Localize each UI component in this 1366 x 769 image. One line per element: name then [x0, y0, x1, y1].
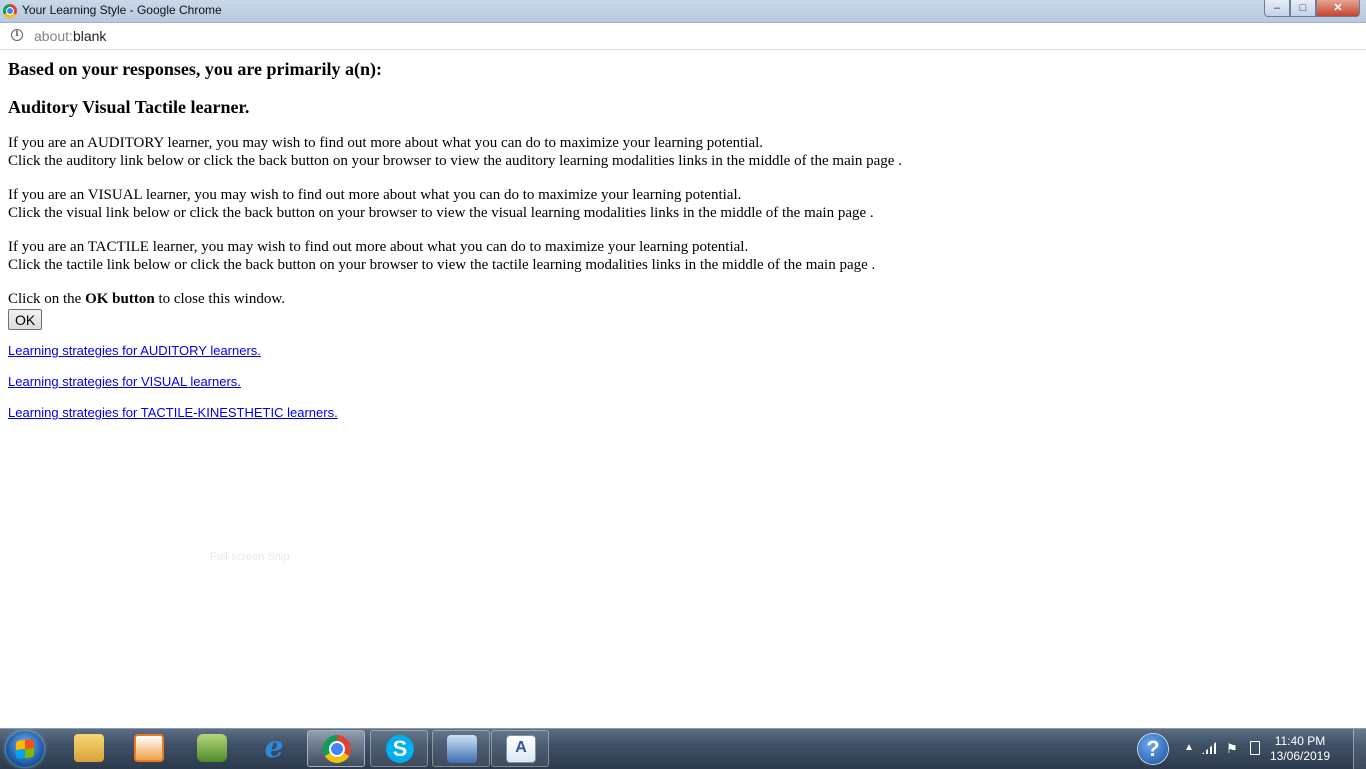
info-icon[interactable]: i — [11, 29, 23, 41]
network-icon — [447, 735, 477, 763]
start-button[interactable] — [6, 731, 44, 767]
taskbar-skype[interactable]: S — [370, 730, 428, 767]
ok-button[interactable]: OK — [8, 309, 43, 330]
action-center-flag-icon[interactable]: ⚑ — [1226, 741, 1238, 757]
tactile-line-1: If you are an TACTILE learner, you may w… — [8, 239, 749, 255]
taskbar-leaf-app[interactable] — [183, 730, 241, 767]
maximize-button[interactable]: □ — [1290, 0, 1316, 17]
close-button[interactable]: ✕ — [1316, 0, 1360, 17]
show-hidden-icons-icon[interactable]: ▲ — [1184, 742, 1194, 753]
visual-strategies-link[interactable]: Learning strategies for VISUAL learners. — [8, 374, 1358, 390]
show-desktop-button[interactable] — [1353, 729, 1366, 769]
page-content: Based on your responses, you are primari… — [8, 58, 1358, 436]
strategy-links: Learning strategies for AUDITORY learner… — [8, 343, 1358, 421]
visual-line-1: If you are an VISUAL learner, you may wi… — [8, 187, 742, 203]
address-bar[interactable]: i about:blank — [0, 23, 1366, 50]
clock-time: 11:40 PM — [1274, 734, 1326, 748]
window-title: Your Learning Style - Google Chrome — [22, 3, 222, 17]
skype-icon: S — [386, 735, 414, 763]
folder-icon — [74, 734, 104, 762]
help-icon[interactable]: ? — [1138, 734, 1168, 764]
close-suffix: to close this window. — [154, 291, 285, 307]
url-path: blank — [72, 28, 107, 44]
clock-date: 13/06/2019 — [1269, 749, 1331, 763]
windows-logo-icon — [16, 739, 34, 759]
tactile-strategies-link[interactable]: Learning strategies for TACTILE-KINESTHE… — [8, 405, 1358, 421]
chrome-icon — [323, 735, 351, 763]
media-player-icon — [134, 734, 164, 762]
taskbar-media-player[interactable] — [120, 730, 178, 767]
document-icon: A — [506, 735, 536, 763]
snip-overlay-label: Full-screen Snip — [210, 551, 290, 563]
learner-result: Auditory Visual Tactile learner. — [8, 97, 250, 117]
tactile-paragraph: If you are an TACTILE learner, you may w… — [8, 238, 1358, 274]
auditory-strategies-link[interactable]: Learning strategies for AUDITORY learner… — [8, 343, 1358, 359]
page-heading: Based on your responses, you are primari… — [8, 59, 383, 79]
visual-paragraph: If you are an VISUAL learner, you may wi… — [8, 186, 1358, 222]
minimize-button[interactable]: ‒ — [1264, 0, 1290, 17]
taskbar-chrome[interactable] — [307, 730, 365, 767]
auditory-paragraph: If you are an AUDITORY learner, you may … — [8, 134, 1358, 170]
chrome-logo-icon — [3, 4, 17, 18]
taskbar-document-app[interactable]: A — [491, 730, 549, 767]
taskbar: e S A ? ▲ ⚑ 11:40 PM 13/06/2019 — [0, 728, 1366, 769]
power-icon[interactable] — [1250, 741, 1260, 755]
taskbar-network-app[interactable] — [432, 730, 490, 767]
ie-icon: e — [264, 730, 284, 765]
window-controls: ‒ □ ✕ — [1264, 0, 1360, 18]
url-scheme: about: — [34, 28, 73, 44]
auditory-line-2: Click the auditory link below or click t… — [8, 153, 902, 169]
tactile-line-2: Click the tactile link below or click th… — [8, 257, 876, 273]
visual-line-2: Click the visual link below or click the… — [8, 205, 874, 221]
taskbar-internet-explorer[interactable]: e — [245, 730, 303, 767]
close-prefix: Click on the — [8, 291, 86, 307]
window-title-bar[interactable]: Your Learning Style - Google Chrome ‒ □ … — [0, 0, 1366, 23]
tray-clock[interactable]: 11:40 PM 13/06/2019 — [1268, 734, 1332, 764]
close-instructions: Click on the OK button to close this win… — [8, 290, 1358, 330]
leaf-icon — [197, 734, 227, 762]
taskbar-explorer[interactable] — [60, 730, 118, 767]
signal-icon[interactable] — [1202, 742, 1216, 754]
url-text[interactable]: about:blank — [34, 28, 106, 44]
system-tray: ? ▲ ⚑ 11:40 PM 13/06/2019 — [1126, 729, 1366, 769]
auditory-line-1: If you are an AUDITORY learner, you may … — [8, 135, 764, 151]
close-bold: OK button — [85, 291, 155, 307]
